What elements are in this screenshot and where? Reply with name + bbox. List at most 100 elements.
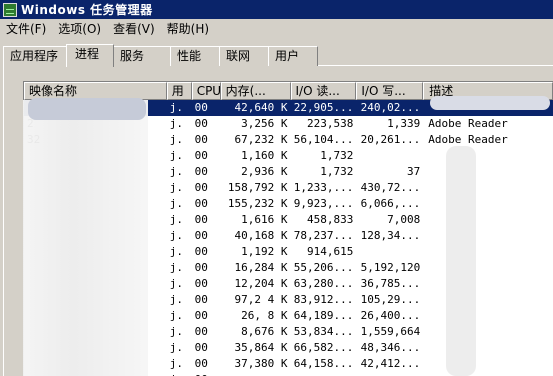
user-name-cell: j. <box>169 293 183 306</box>
redacted-area <box>23 100 148 376</box>
cpu-usage-cell: 00 <box>194 213 208 226</box>
user-name-cell: j. <box>169 133 183 146</box>
cpu-usage-cell: 00 <box>194 197 208 210</box>
user-name-cell: j. <box>169 325 183 338</box>
io-read-cell: 63,280... <box>293 277 354 290</box>
memory-usage-cell: 12,204 K <box>234 277 288 290</box>
memory-usage-cell: 35,864 K <box>234 341 288 354</box>
redacted-area <box>28 98 146 120</box>
io-read-cell: 223,538 <box>307 117 354 130</box>
cpu-usage-cell: 00 <box>194 341 208 354</box>
memory-usage-cell: 42,640 K <box>234 101 288 114</box>
user-name-cell: j. <box>169 245 183 258</box>
menu-help[interactable]: 帮助(H) <box>161 19 215 40</box>
io-write-cell: 430,72... <box>360 181 421 194</box>
user-name-cell: j. <box>169 149 183 162</box>
user-name-cell: j. <box>169 309 183 322</box>
user-name-cell: j. <box>169 181 183 194</box>
memory-usage-cell: 37,380 K <box>234 357 288 370</box>
tab-applications[interactable]: 应用程序 <box>3 46 67 66</box>
user-name-cell: j. <box>167 372 192 376</box>
io-write-cell <box>356 244 423 260</box>
memory-usage-cell: 158,792 K <box>227 181 288 194</box>
io-read-cell: 56,104... <box>293 133 354 146</box>
io-write-cell: 6,066,... <box>360 197 421 210</box>
cpu-usage-cell: 00 <box>194 181 208 194</box>
tab-services[interactable]: 服务 <box>113 46 171 66</box>
tab-strip: 应用程序 进程 服务 性能 联网 用户 <box>3 44 318 67</box>
tab-performance[interactable]: 性能 <box>170 46 220 66</box>
cpu-usage-cell: 00 <box>194 101 208 114</box>
io-read-cell: 1,732 <box>320 165 354 178</box>
io-write-cell: 105,29... <box>360 293 421 306</box>
column-cpu[interactable]: CPU <box>191 82 221 100</box>
tab-networking[interactable]: 联网 <box>219 46 269 66</box>
memory-usage-cell: 2,936 K <box>241 165 288 178</box>
memory-usage-cell <box>221 372 291 376</box>
memory-usage-cell: 155,232 K <box>227 197 288 210</box>
window-title: Windows 任务管理器 <box>21 3 153 17</box>
menu-bar: 文件(F) 选项(O) 查看(V) 帮助(H) <box>0 19 553 40</box>
memory-usage-cell: 97,2 4 K <box>234 293 288 306</box>
cpu-usage-cell: 00 <box>192 372 221 376</box>
io-read-cell: 458,833 <box>307 213 354 226</box>
menu-file[interactable]: 文件(F) <box>0 19 52 40</box>
menu-view[interactable]: 查看(V) <box>107 19 161 40</box>
memory-usage-cell: 67,232 K <box>234 133 288 146</box>
user-name-cell: j. <box>169 117 183 130</box>
io-write-cell: 1,559,664 <box>360 325 421 338</box>
io-read-cell: 914,615 <box>307 245 354 258</box>
tab-users[interactable]: 用户 <box>268 46 318 66</box>
io-write-cell: 20,261... <box>360 133 421 146</box>
cpu-usage-cell: 00 <box>194 117 208 130</box>
user-name-cell: j. <box>169 261 183 274</box>
io-read-cell: 55,206... <box>293 261 354 274</box>
cpu-usage-cell: 00 <box>194 149 208 162</box>
io-read-cell: 64,189... <box>293 309 354 322</box>
io-write-cell: 5,192,120 <box>360 261 421 274</box>
column-user[interactable]: 用 <box>166 82 192 100</box>
cpu-usage-cell: 00 <box>194 293 208 306</box>
io-read-cell: 1,233,... <box>293 181 354 194</box>
user-name-cell: j. <box>169 101 183 114</box>
io-write-cell: 7,008 <box>387 213 421 226</box>
menu-options[interactable]: 选项(O) <box>52 19 107 40</box>
io-write-cell: 48,346... <box>360 341 421 354</box>
io-read-cell: 64,158... <box>293 357 354 370</box>
user-name-cell: j. <box>169 229 183 242</box>
cpu-usage-cell: 00 <box>194 261 208 274</box>
cpu-usage-cell: 00 <box>194 245 208 258</box>
io-write-cell: 42,412... <box>360 357 421 370</box>
io-write-cell: 36,785... <box>360 277 421 290</box>
user-name-cell: j. <box>169 341 183 354</box>
io-write-cell <box>356 372 423 376</box>
io-write-cell: 37 <box>407 165 421 178</box>
redacted-area <box>430 96 553 376</box>
io-read-cell: 1,732 <box>320 149 354 162</box>
io-write-cell: 240,02... <box>360 101 421 114</box>
memory-usage-cell: 40,168 K <box>234 229 288 242</box>
io-read-cell: 53,834... <box>293 325 354 338</box>
column-io-write[interactable]: I/O 写... <box>356 82 424 100</box>
memory-usage-cell: 3,256 K <box>241 117 288 130</box>
io-write-cell: 26,400... <box>360 309 421 322</box>
cpu-usage-cell: 00 <box>194 165 208 178</box>
column-io-read[interactable]: I/O 读... <box>290 82 357 100</box>
memory-usage-cell: 16,284 K <box>234 261 288 274</box>
user-name-cell: j. <box>169 197 183 210</box>
io-read-cell: 22,905... <box>293 101 354 114</box>
memory-usage-cell: 1,160 K <box>241 149 288 162</box>
column-memory[interactable]: 内存(... <box>220 82 291 100</box>
cpu-usage-cell: 00 <box>194 229 208 242</box>
tab-processes[interactable]: 进程 <box>66 44 114 67</box>
io-read-cell <box>291 372 357 376</box>
cpu-usage-cell: 00 <box>194 325 208 338</box>
io-write-cell <box>356 148 423 164</box>
memory-usage-cell: 8,676 K <box>241 325 288 338</box>
memory-usage-cell: 1,192 K <box>241 245 288 258</box>
cpu-usage-cell: 00 <box>194 277 208 290</box>
io-read-cell: 83,912... <box>293 293 354 306</box>
io-write-cell: 1,339 <box>387 117 421 130</box>
io-read-cell: 66,582... <box>293 341 354 354</box>
title-bar: Windows 任务管理器 <box>0 0 553 19</box>
